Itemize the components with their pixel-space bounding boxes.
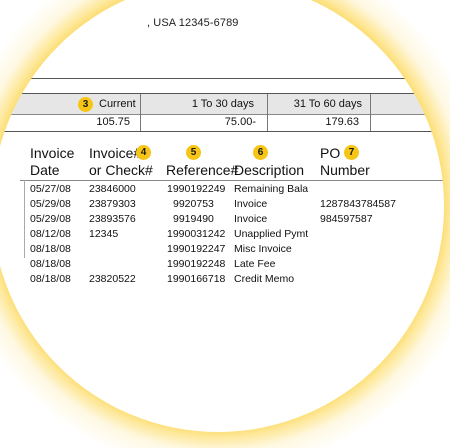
- cell-reference: 1990192249: [167, 183, 226, 195]
- header-line: or Check#: [89, 162, 153, 178]
- col-reference-header: Reference#: [166, 162, 239, 178]
- header-line: Number: [320, 162, 370, 178]
- aging-current-label: Current: [99, 98, 136, 110]
- header-line: Invoice#: [89, 145, 142, 161]
- cell-invoice-date: 08/18/08: [30, 273, 71, 285]
- cell-reference: 1990031242: [167, 228, 226, 240]
- cell-description: Invoice: [234, 213, 268, 225]
- cell-invoice-date: 08/12/08: [30, 228, 71, 240]
- aging-31-60-value: 179.63: [325, 116, 359, 128]
- col-description-header: Description: [234, 162, 305, 178]
- cell-reference: 1990192247: [167, 243, 226, 255]
- cell-invoice-number: 23893576: [89, 213, 136, 225]
- cell-reference: 1990192248: [167, 258, 226, 270]
- callout-badge-7: 7: [344, 145, 359, 160]
- cell-description: Invoice: [234, 198, 268, 210]
- cell-invoice-date: 08/18/08: [30, 258, 71, 270]
- divider: [370, 94, 371, 131]
- rule: [20, 180, 444, 181]
- col-invoice-date-header: Invoice Date: [30, 145, 74, 179]
- cell-po-number: 984597587: [320, 213, 373, 225]
- rule: [0, 78, 444, 79]
- aging-1-30-label: 1 To 30 days: [191, 98, 254, 110]
- table-row: 05/29/08 23879303 9920753 Invoice 1287843784…: [30, 198, 444, 212]
- cell-description: Unapplied Pymt: [234, 228, 309, 240]
- aging-1-30-value: 75.00-: [224, 116, 256, 128]
- cell-reference: 1990166718: [167, 273, 226, 285]
- table-row: 08/12/08 12345 1990031242 Unapplied Pymt: [30, 228, 444, 242]
- cell-invoice-date: 05/27/08: [30, 183, 71, 195]
- cell-invoice-number: 23846000: [89, 183, 136, 195]
- cell-reference: 9920753: [173, 198, 214, 210]
- table-row: 08/18/08 1990192247 Misc Invoice: [30, 243, 444, 257]
- table-row: 08/18/08 23820522 1990166718 Credit Memo: [30, 273, 444, 287]
- header-line: Invoice: [30, 145, 75, 161]
- divider: [24, 180, 25, 258]
- cell-description: Misc Invoice: [234, 243, 292, 255]
- cell-invoice-date: 05/29/08: [30, 198, 71, 210]
- aging-31-60-label: 31 To 60 days: [293, 98, 362, 110]
- cell-invoice-number: 12345: [89, 228, 119, 240]
- magnifier-lens: , USA 12345-6789 3 Current 1 To 30 days …: [0, 0, 444, 432]
- aging-current-value: 105.75: [96, 116, 130, 128]
- rule: [0, 114, 444, 115]
- header-line: PO: [320, 145, 341, 161]
- address-line: , USA 12345-6789: [147, 17, 239, 29]
- cell-po-number: 1287843784587: [320, 198, 396, 210]
- table-row: 05/27/08 23846000 1990192249 Remaining Bala: [30, 183, 444, 197]
- cell-description: Remaining Bala: [234, 183, 309, 195]
- rule: [0, 131, 444, 132]
- callout-badge-4: 4: [136, 145, 151, 160]
- header-line: Date: [30, 162, 60, 178]
- cell-invoice-date: 08/18/08: [30, 243, 71, 255]
- table-row: 05/29/08 23893576 9919490 Invoice 984597587: [30, 213, 444, 227]
- table-row: 08/18/08 1990192248 Late Fee: [30, 258, 444, 272]
- divider: [267, 94, 268, 131]
- cell-invoice-number: 23879303: [89, 198, 136, 210]
- rule: [0, 93, 444, 94]
- cell-description: Credit Memo: [234, 273, 295, 285]
- statement-content: , USA 12345-6789 3 Current 1 To 30 days …: [0, 0, 444, 432]
- cell-invoice-date: 05/29/08: [30, 213, 71, 225]
- cell-description: Late Fee: [234, 258, 276, 270]
- divider: [140, 94, 141, 131]
- cell-reference: 9919490: [173, 213, 214, 225]
- callout-badge-3: 3: [78, 97, 93, 112]
- callout-badge-5: 5: [186, 145, 201, 160]
- cell-invoice-number: 23820522: [89, 273, 136, 285]
- callout-badge-6: 6: [253, 145, 268, 160]
